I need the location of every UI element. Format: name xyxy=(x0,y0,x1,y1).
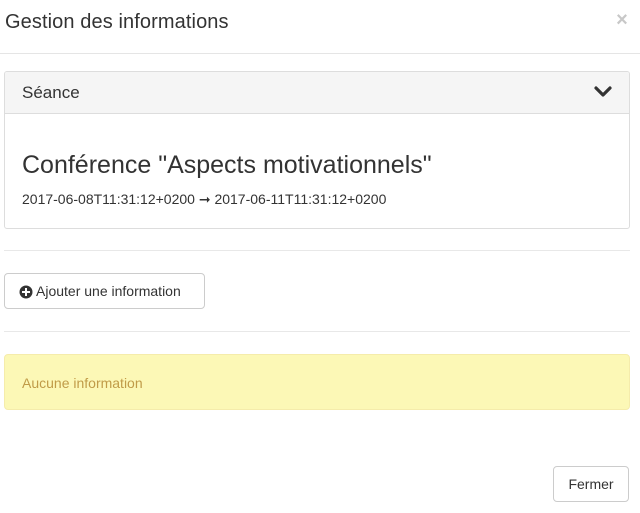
modal-header: Gestion des informations × xyxy=(0,0,640,54)
close-icon[interactable]: × xyxy=(614,10,630,30)
close-button[interactable]: Fermer xyxy=(553,466,629,502)
plus-circle-icon xyxy=(19,285,33,299)
information-management-modal: Gestion des informations × Séance Confér… xyxy=(0,0,640,513)
add-information-button[interactable]: Ajouter une information xyxy=(4,273,205,309)
session-panel: Séance Conférence "Aspects motivationnel… xyxy=(4,71,630,229)
chevron-down-icon[interactable] xyxy=(594,84,612,100)
empty-state-alert: Aucune information xyxy=(4,354,630,410)
divider xyxy=(4,250,630,251)
divider xyxy=(4,331,630,332)
session-panel-label: Séance xyxy=(22,83,80,102)
session-panel-heading[interactable]: Séance xyxy=(5,72,629,114)
modal-title: Gestion des informations xyxy=(5,11,229,33)
add-information-label: Ajouter une information xyxy=(36,283,181,299)
event-dates: 2017-06-08T11:31:12+0200 ➞ 2017-06-11T11… xyxy=(22,191,387,207)
event-title: Conférence "Aspects motivationnels" xyxy=(22,151,432,179)
empty-state-text: Aucune information xyxy=(22,375,143,391)
